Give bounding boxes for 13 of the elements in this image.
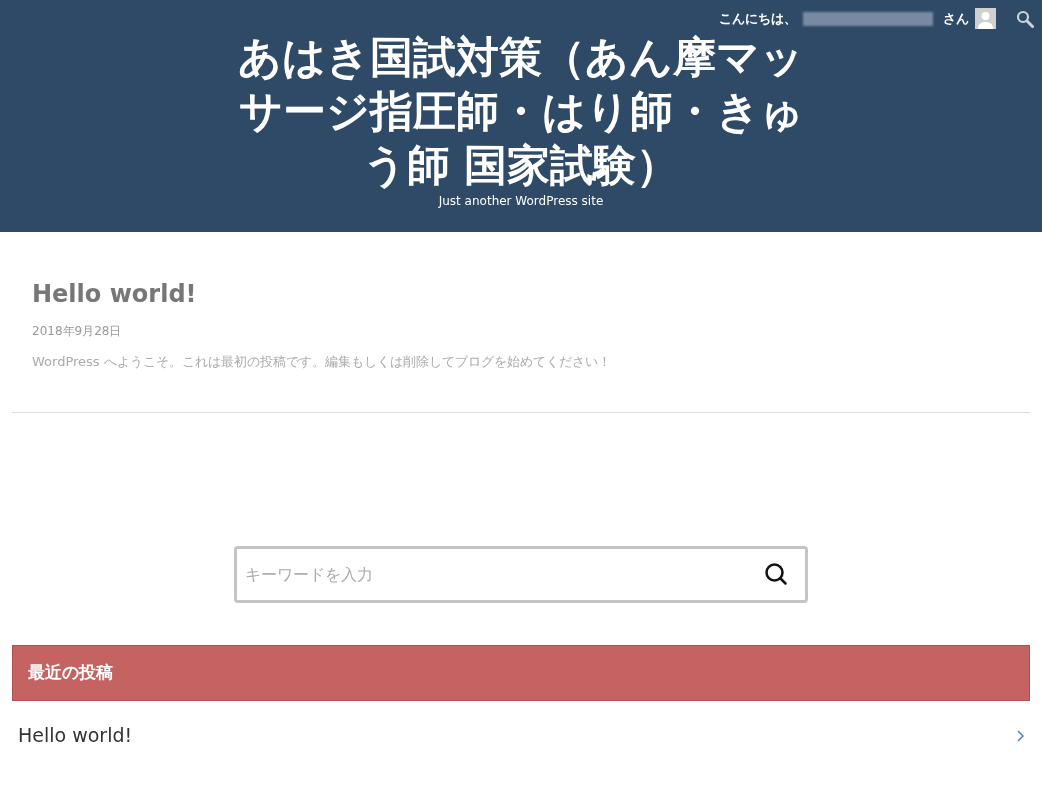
widget-heading: 最近の投稿 xyxy=(12,644,1030,701)
post-title[interactable]: Hello world! xyxy=(32,276,1010,312)
chevron-icon xyxy=(1016,729,1024,742)
greeting-suffix: さん xyxy=(943,9,969,28)
post-excerpt: WordPress へようこそ。これは最初の投稿です。編集もしくは削除してブログを始めてください！ xyxy=(32,353,612,371)
greeting-text: こんにちは、 xyxy=(719,9,797,28)
site-title[interactable]: あはき国試対策（あん摩マッサージ指圧師・はり師・きゅう師 国家試験） xyxy=(226,30,816,192)
search-icon[interactable] xyxy=(1016,9,1034,28)
search-field[interactable]: キーワードを入力 xyxy=(234,545,808,603)
site-tagline: Just another WordPress site xyxy=(438,193,604,210)
search-icon[interactable] xyxy=(764,561,788,586)
post-date: 2018年9月28日 xyxy=(32,323,123,340)
recent-post-link[interactable]: Hello world! xyxy=(12,700,1030,771)
